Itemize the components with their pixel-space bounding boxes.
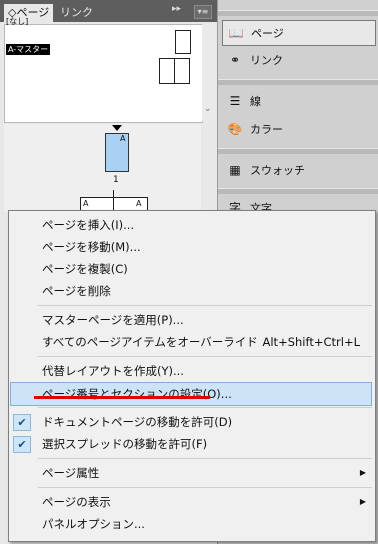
master-none-thumbnail[interactable] xyxy=(175,30,191,54)
page-2-master-letter: A xyxy=(83,199,89,208)
menu-item-alternate-layout[interactable]: 代替レイアウトを作成(Y)... xyxy=(8,360,374,382)
dock-item-color[interactable]: 🎨 カラー xyxy=(222,117,374,141)
menu-item-apply-master[interactable]: マスターページを適用(P)... xyxy=(8,309,374,331)
menu-separator xyxy=(38,487,372,488)
panel-menu-button[interactable]: ▾≡ xyxy=(194,5,212,19)
shortcut-label: Alt+Shift+Ctrl+L xyxy=(262,335,361,349)
menu-separator xyxy=(38,458,372,459)
checkmark-icon: ✔ xyxy=(13,436,31,453)
menu-item-allow-spread-shuffle[interactable]: ✔ 選択スプレッドの移動を許可(F) xyxy=(8,433,374,455)
tab-links[interactable]: リンク xyxy=(56,4,97,22)
master-a-left-thumbnail[interactable] xyxy=(159,58,175,84)
dock-grip[interactable] xyxy=(218,148,378,154)
page-3-master-letter: A xyxy=(136,199,142,208)
highlight-underline xyxy=(34,396,210,399)
checkmark-icon: ✔ xyxy=(13,414,31,431)
menu-item-numbering-section-options[interactable]: ページ番号とセクションの設定(O)... xyxy=(10,382,372,406)
dock-item-pages[interactable]: 📖 ページ xyxy=(222,20,376,46)
menu-separator xyxy=(38,407,372,408)
dock-grip[interactable] xyxy=(218,79,378,85)
menu-item-panel-options[interactable]: パネルオプション... xyxy=(8,513,374,535)
page-1-number: 1 xyxy=(113,175,119,185)
dock-item-stroke[interactable]: ☰ 線 xyxy=(222,89,374,113)
dock-item-swatches[interactable]: ▦ スウォッチ xyxy=(222,158,374,182)
color-icon: 🎨 xyxy=(227,122,243,136)
menu-item-delete-page[interactable]: ページを削除 xyxy=(8,280,374,302)
master-none-label[interactable]: [なし] xyxy=(6,16,28,27)
menu-item-page-attributes[interactable]: ページ属性 ▶ xyxy=(8,462,374,484)
menu-separator xyxy=(38,356,372,357)
menu-item-view-pages[interactable]: ページの表示 ▶ xyxy=(8,491,374,513)
links-icon: ⚭ xyxy=(229,53,241,67)
dock-item-links[interactable]: ⚭ リンク xyxy=(222,48,374,72)
stroke-icon: ☰ xyxy=(229,94,241,108)
menu-item-allow-document-shuffle[interactable]: ✔ ドキュメントページの移動を許可(D) xyxy=(8,411,374,433)
menu-separator xyxy=(38,305,372,306)
swatches-icon: ▦ xyxy=(229,163,241,177)
menu-item-insert-pages[interactable]: ページを挿入(I)... xyxy=(8,214,374,236)
submenu-arrow-icon: ▶ xyxy=(359,468,366,477)
pages-icon: 📖 xyxy=(228,26,244,40)
scroll-down-icon[interactable]: ⌄ xyxy=(204,104,212,114)
page-1-master-letter: A xyxy=(120,134,126,143)
master-a-label[interactable]: A-マスター xyxy=(6,44,51,55)
master-a-right-thumbnail[interactable] xyxy=(174,58,190,84)
submenu-arrow-icon: ▶ xyxy=(359,497,366,506)
menu-item-move-pages[interactable]: ページを移動(M)... xyxy=(8,236,374,258)
spread-indicator-icon xyxy=(112,125,122,131)
dock-grip[interactable] xyxy=(218,188,378,194)
collapse-panel-icon[interactable]: ▸▸ xyxy=(172,4,181,14)
menu-item-duplicate-page[interactable]: ページを複製(C) xyxy=(8,258,374,280)
menu-item-override-all[interactable]: すべてのページアイテムをオーバーライド Alt+Shift+Ctrl+L xyxy=(8,331,374,353)
dock-grip[interactable] xyxy=(218,10,378,16)
spread-divider xyxy=(113,190,114,210)
